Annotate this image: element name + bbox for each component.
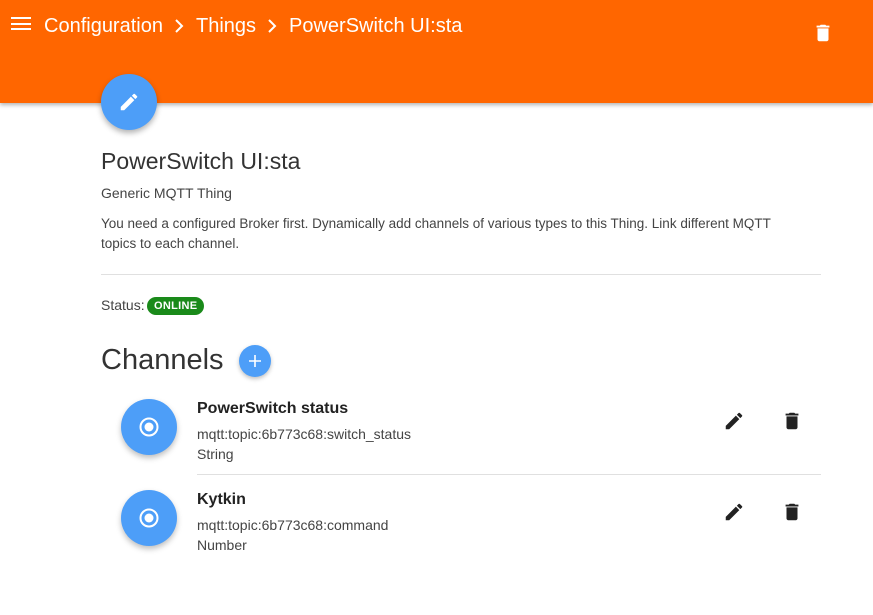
breadcrumb-things[interactable]: Things (196, 14, 256, 38)
breadcrumb-current-thing: PowerSwitch UI:sta (289, 15, 463, 37)
add-channel-button[interactable] (239, 345, 271, 377)
channel-avatar (121, 490, 177, 546)
hamburger-menu-icon[interactable] (11, 17, 31, 33)
status-label: Status: (101, 297, 145, 313)
channel-name: Kytkin (197, 491, 246, 508)
channel-list-item[interactable]: Kytkin mqtt:topic:6b773c68:command Numbe… (101, 477, 821, 567)
chevron-right-icon (268, 19, 277, 33)
channel-uid: mqtt:topic:6b773c68:switch_status (197, 426, 412, 442)
channel-type: String (197, 446, 234, 462)
thing-description: You need a configured Broker first. Dyna… (101, 216, 771, 251)
pencil-icon (120, 93, 138, 111)
status-badge: ONLINE (147, 297, 205, 315)
list-divider (197, 474, 821, 475)
channel-uid: mqtt:topic:6b773c68:command (197, 517, 389, 533)
channel-avatar (121, 399, 177, 455)
channel-name: PowerSwitch status (197, 400, 349, 417)
channel-list-item[interactable]: PowerSwitch status mqtt:topic:6b773c68:s… (101, 386, 821, 476)
edit-thing-button[interactable] (101, 74, 157, 130)
edit-channel-pencil-icon[interactable] (723, 501, 745, 523)
channels-heading: Channels (101, 344, 224, 376)
delete-channel-trash-icon[interactable] (781, 410, 803, 432)
thing-title: PowerSwitch UI:sta (101, 148, 301, 174)
thing-type: Generic MQTT Thing (101, 185, 232, 201)
breadcrumb-configuration[interactable]: Configuration (44, 14, 163, 38)
channel-type: Number (197, 537, 247, 553)
section-divider (101, 274, 821, 275)
edit-channel-pencil-icon[interactable] (723, 410, 745, 432)
plus-icon (249, 355, 261, 367)
radio-button-icon (139, 417, 159, 437)
radio-button-icon (139, 508, 159, 528)
delete-channel-trash-icon[interactable] (781, 501, 803, 523)
chevron-right-icon (175, 19, 184, 33)
delete-thing-trash-icon[interactable] (812, 22, 834, 44)
